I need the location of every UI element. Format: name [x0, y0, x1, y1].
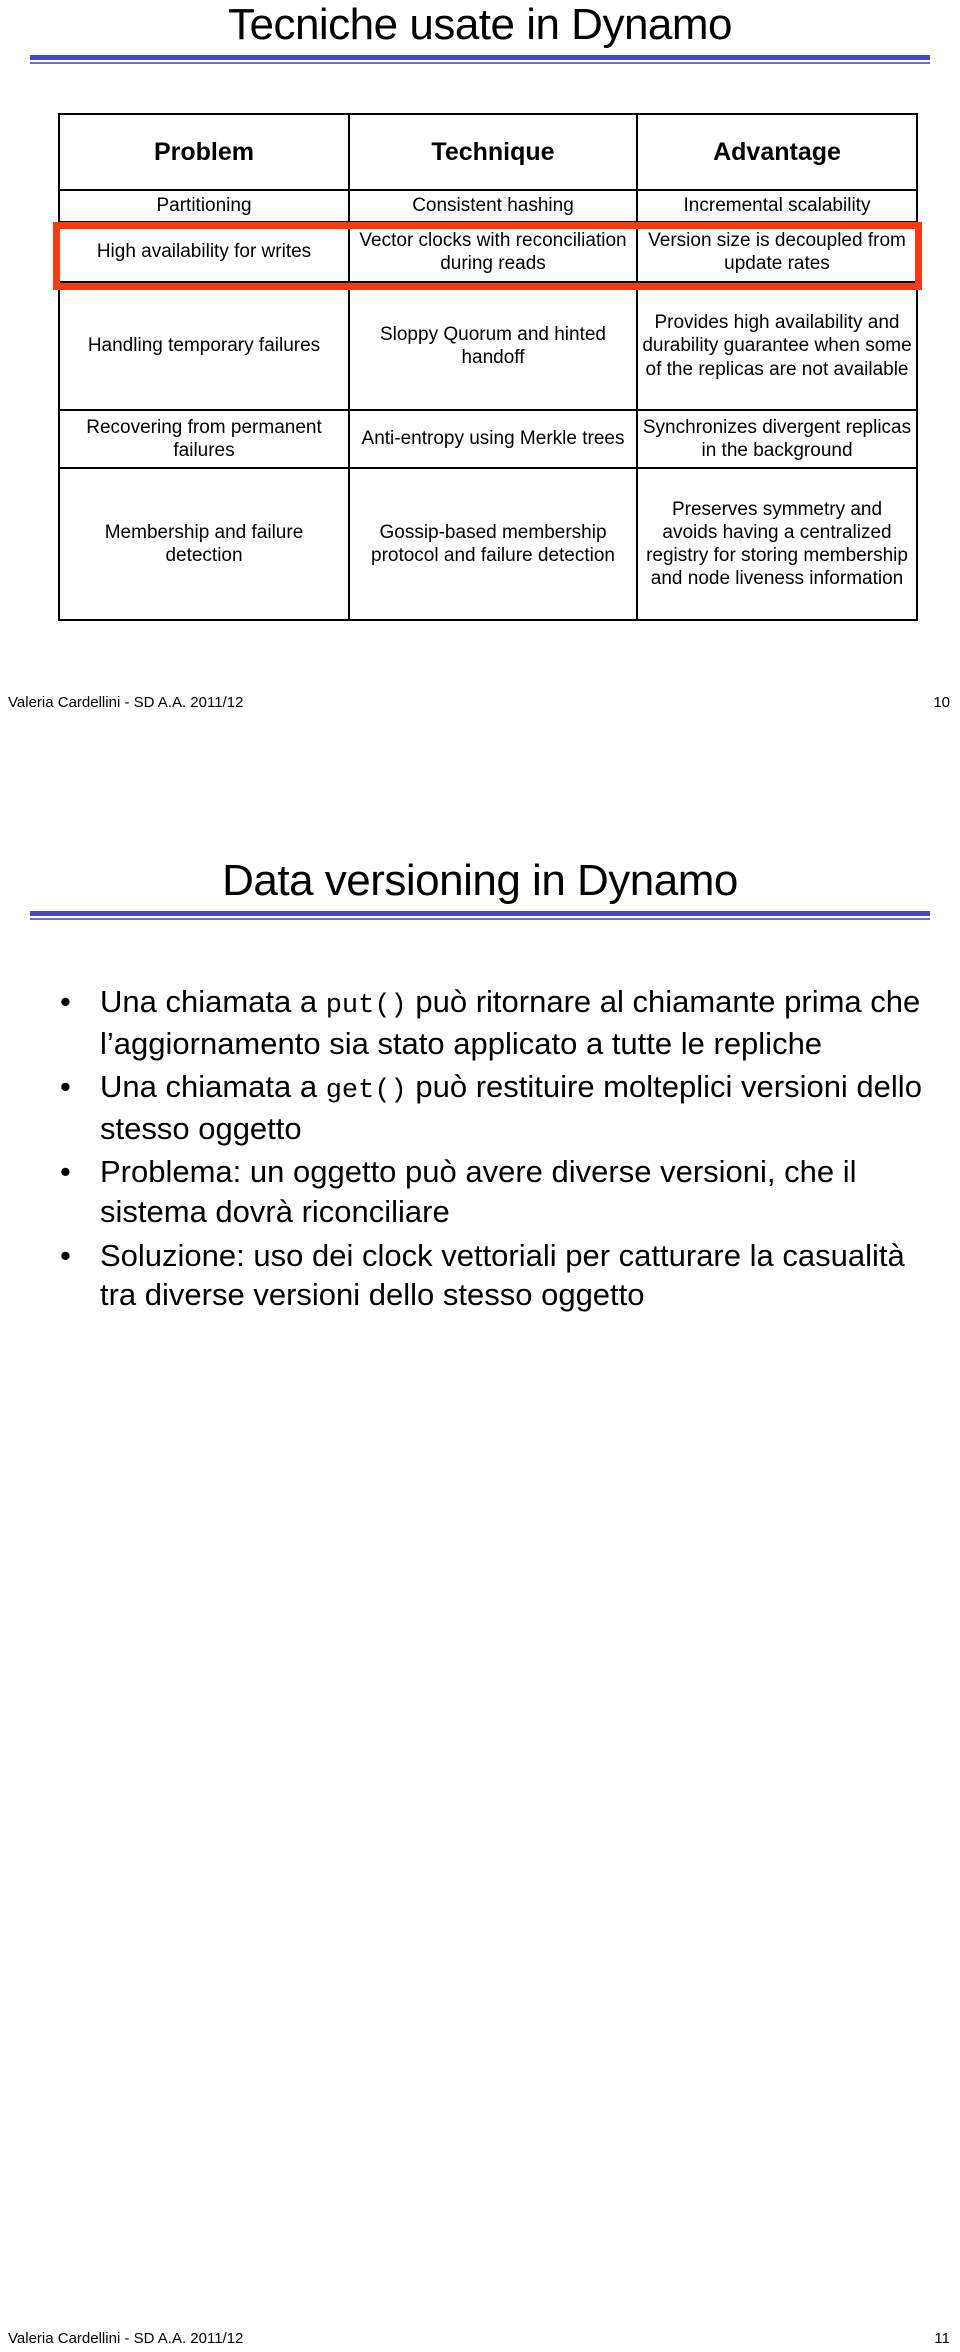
bullet-marker-icon: • — [60, 1237, 71, 1273]
inline-text: Problema: un oggetto può avere diverse v… — [100, 1154, 857, 1230]
bullet-marker-icon: • — [60, 1069, 71, 1105]
footer-page-number: 10 — [933, 694, 950, 711]
footer-author: Valeria Cardellini - SD A.A. 2011/12 — [8, 2330, 244, 2347]
footer-page-number: 11 — [934, 2330, 950, 2347]
column-header-advantage: Advantage — [636, 113, 918, 191]
bullet-item: • Problema: un oggetto può avere diverse … — [48, 1152, 928, 1231]
techniques-table-wrapper: Problem Technique Advantage Partitioning… — [58, 113, 918, 621]
table-row-highlighted: High availability for writes Vector cloc… — [58, 221, 918, 283]
cell-technique: Anti-entropy using Merkle trees — [348, 409, 638, 469]
table-body: Partitioning Consistent hashing Incremen… — [58, 189, 918, 621]
slide-footer: Valeria Cardellini - SD A.A. 2011/12 11 — [0, 2330, 960, 2352]
cell-advantage: Provides high availability and durabilit… — [636, 281, 918, 411]
bullet-list: • Una chiamata a put() può ritornare al c… — [48, 982, 928, 1319]
cell-problem: Handling temporary failures — [58, 281, 350, 411]
slide-techniques-used-in-dynamo: Tecniche usate in Dynamo Problem Techniq… — [0, 0, 960, 790]
title-rule-thin — [30, 918, 930, 921]
table-row: Membership and failure detection Gossip-… — [58, 467, 918, 621]
cell-advantage: Version size is decoupled from update ra… — [636, 221, 918, 283]
bullet-text: Una chiamata a get() può restituire molt… — [100, 1069, 922, 1146]
cell-problem: Recovering from permanent failures — [58, 409, 350, 469]
inline-code: get() — [325, 1076, 407, 1107]
cell-advantage: Synchronizes divergent replicas in the b… — [636, 409, 918, 469]
inline-text: Una chiamata a — [100, 984, 326, 1019]
bullet-text: Problema: un oggetto può avere diverse v… — [100, 1154, 857, 1229]
cell-problem: Partitioning — [58, 189, 350, 223]
cell-technique: Consistent hashing — [348, 189, 638, 223]
page-title: Data versioning in Dynamo — [222, 856, 738, 905]
cell-problem: Membership and failure detection — [58, 467, 350, 621]
table-row: Handling temporary failures Sloppy Quoru… — [58, 281, 918, 411]
page-title: Tecniche usate in Dynamo — [227, 0, 733, 49]
bullet-marker-icon: • — [60, 1154, 71, 1190]
bullet-text: Una chiamata a put() può ritornare al ch… — [100, 984, 920, 1061]
column-header-problem: Problem — [58, 113, 350, 191]
cell-problem: High availability for writes — [58, 221, 350, 283]
cell-technique: Sloppy Quorum and hinted handoff — [348, 281, 638, 411]
slide-data-versioning-in-dynamo: Data versioning in Dynamo • Una chiamata … — [0, 790, 960, 2347]
title-rule-thin — [30, 62, 930, 65]
bullet-item: • Una chiamata a put() può ritornare al c… — [48, 982, 928, 1063]
table-row: Recovering from permanent failures Anti-… — [58, 409, 918, 469]
bullet-item: • Soluzione: uso dei clock vettoriali per… — [48, 1236, 928, 1315]
inline-text: Una chiamata a — [100, 1069, 326, 1105]
techniques-table: Problem Technique Advantage Partitioning… — [58, 113, 918, 621]
table-header-row: Problem Technique Advantage — [58, 113, 918, 191]
cell-advantage: Incremental scalability — [636, 189, 918, 223]
table-header: Problem Technique Advantage — [58, 113, 918, 191]
bullet-text: Soluzione: uso dei clock vettoriali per … — [100, 1238, 905, 1313]
title-underline-rule — [30, 48, 930, 65]
slide-footer: Valeria Cardellini - SD A.A. 2011/12 10 — [0, 694, 960, 716]
cell-technique: Gossip-based membership protocol and fai… — [348, 467, 638, 621]
inline-code: put() — [325, 991, 407, 1021]
bullet-item: • Una chiamata a get() può restituire mol… — [48, 1067, 928, 1148]
cell-advantage: Preserves symmetry and avoids having a c… — [636, 467, 918, 621]
bullet-marker-icon: • — [60, 984, 71, 1019]
footer-author: Valeria Cardellini - SD A.A. 2011/12 — [8, 694, 244, 711]
title-underline-rule — [30, 904, 930, 921]
table-row: Partitioning Consistent hashing Incremen… — [58, 189, 918, 223]
inline-text: Soluzione: uso dei clock vettoriali per … — [100, 1237, 905, 1313]
column-header-technique: Technique — [348, 113, 638, 191]
cell-technique: Vector clocks with reconciliation during… — [348, 221, 638, 283]
